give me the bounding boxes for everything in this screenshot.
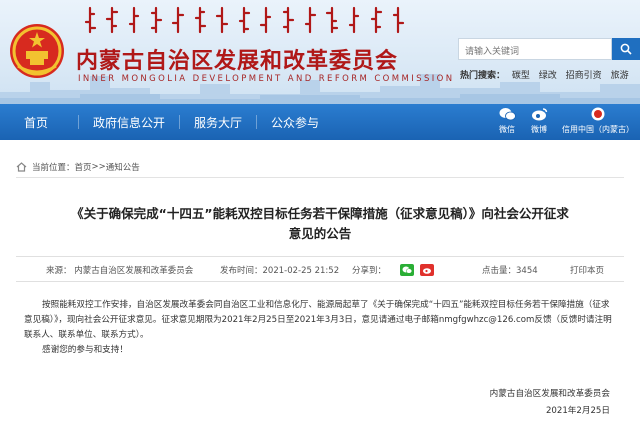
breadcrumb-current[interactable]: 通知公告 — [106, 161, 140, 173]
article-title: 《关于确保完成“十四五”能耗双控目标任务若干保障措施（征求意见稿）》向社会公开征… — [0, 204, 640, 244]
article-paragraph: 感谢您的参与和支持！ — [42, 345, 128, 355]
breadcrumb: 当前位置： 首页 >> 通知公告 — [16, 156, 624, 178]
hot-search: 热门搜索： 碳型 绿改 招商引资 旅游 — [460, 68, 635, 81]
share-weibo-button[interactable] — [420, 264, 435, 276]
wechat-icon — [499, 108, 516, 121]
article-publish-time: 发布时间：2021-02-25 21:52 — [220, 266, 340, 276]
site-title-english: INNER MONGOLIA DEVELOPMENT AND REFORM CO… — [78, 74, 455, 84]
home-icon — [16, 161, 27, 172]
article-paragraph: 按照能耗双控工作安排，自治区发展改革委会同自治区工业和信息化厅、能源局起草了《关… — [24, 300, 612, 340]
site-title: 内蒙古自治区发展和改革委员会 — [76, 49, 399, 74]
hot-keyword[interactable]: 旅游 — [611, 71, 629, 81]
credit-china-link[interactable]: 信用中国（内蒙古） — [562, 106, 634, 135]
breadcrumb-separator: >> — [91, 161, 106, 172]
wechat-icon — [402, 266, 413, 274]
search-box — [458, 38, 612, 62]
search-icon — [620, 43, 632, 55]
article-source: 来源： 内蒙古自治区发展和改革委员会 — [46, 266, 194, 276]
article-signature-date: 2021年2月25日 — [545, 406, 610, 416]
spacer — [0, 140, 640, 156]
hot-keyword[interactable]: 招商引资 — [566, 71, 602, 81]
search-input[interactable] — [459, 42, 611, 62]
site-header: 内蒙古自治区发展和改革委员会 INNER MONGOLIA DEVELOPMEN… — [0, 0, 640, 104]
article-body: 按照能耗双控工作安排，自治区发展改革委会同自治区工业和信息化厅、能源局起草了《关… — [24, 298, 618, 358]
nav-service-hall[interactable]: 服务大厅 — [180, 104, 256, 140]
weibo-label: 微博 — [531, 125, 547, 134]
credit-china-icon — [591, 107, 605, 121]
article-clicks: 点击量：3454 — [482, 266, 538, 276]
article-meta-bar: 来源： 内蒙古自治区发展和改革委员会 发布时间：2021-02-25 21:52… — [16, 256, 624, 282]
national-emblem-icon — [10, 24, 64, 78]
share-group: 分享到： — [352, 257, 435, 283]
mongolian-script-logo — [84, 6, 405, 34]
main-nav: 首页 政府信息公开 服务大厅 公众参与 微信 微博 信用中国（内蒙古） — [0, 104, 640, 140]
article-title-line: 意见的公告 — [288, 226, 352, 241]
weibo-link[interactable]: 微博 — [530, 106, 548, 135]
nav-social-links: 微信 微博 信用中国（内蒙古） — [498, 106, 634, 135]
weibo-icon — [531, 108, 547, 121]
hot-keyword[interactable]: 碳型 — [512, 71, 530, 81]
breadcrumb-home[interactable]: 首页 — [75, 161, 92, 173]
article-title-line: 《关于确保完成“十四五”能耗双控目标任务若干保障措施（征求意见稿）》向社会公开征… — [71, 206, 569, 221]
share-wechat-button[interactable] — [400, 264, 415, 276]
nav-gov-info[interactable]: 政府信息公开 — [79, 104, 179, 140]
print-page-link[interactable]: 打印本页 — [570, 257, 604, 283]
wechat-link[interactable]: 微信 — [498, 106, 516, 135]
article-signature-org: 内蒙古自治区发展和改革委员会 — [489, 389, 610, 399]
hot-keyword[interactable]: 绿改 — [539, 71, 557, 81]
wechat-label: 微信 — [499, 125, 515, 134]
weibo-icon — [423, 268, 432, 274]
nav-home[interactable]: 首页 — [0, 104, 78, 140]
search-button[interactable] — [612, 38, 640, 60]
share-label: 分享到： — [352, 266, 387, 276]
nav-public-participation[interactable]: 公众参与 — [257, 104, 333, 140]
breadcrumb-label: 当前位置： — [32, 162, 75, 173]
hot-search-label: 热门搜索： — [460, 71, 506, 81]
credit-china-label: 信用中国（内蒙古） — [562, 125, 634, 134]
